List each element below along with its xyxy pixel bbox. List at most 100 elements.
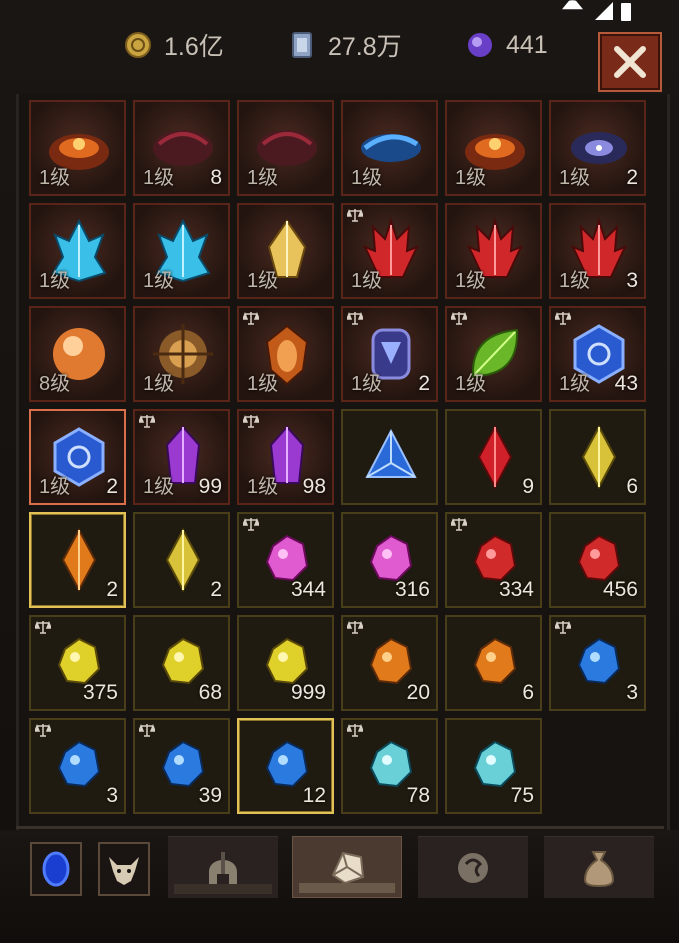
inventory-slot[interactable]: 1级 (445, 100, 542, 196)
orb-currency: 441 (466, 30, 548, 60)
inventory-slot[interactable]: 344 (237, 512, 334, 608)
tradeable-scale-icon (451, 517, 467, 531)
item-count: 2 (106, 578, 118, 601)
item-count: 12 (302, 784, 326, 807)
item-count: 8 (210, 166, 222, 189)
gem-tab[interactable] (292, 836, 402, 898)
item-count: 344 (290, 578, 326, 601)
inventory-slot[interactable]: 316 (341, 512, 438, 608)
item-level: 1级 (143, 167, 175, 189)
purple-orb-icon (466, 31, 494, 59)
item-count: 9 (522, 475, 534, 498)
inventory-slot[interactable]: 1级 (133, 203, 230, 299)
inventory-slot[interactable]: 6 (549, 409, 646, 505)
item-count: 99 (198, 475, 222, 498)
item-count: 334 (498, 578, 534, 601)
inventory-slot[interactable]: 75 (445, 718, 542, 814)
helmet-tab[interactable] (168, 836, 278, 898)
blue-stone-icon (577, 637, 621, 685)
item-count: 3 (626, 681, 638, 704)
item-level: 1级 (351, 167, 383, 189)
close-button[interactable] (598, 32, 662, 92)
inventory-slot[interactable]: 999 (237, 615, 334, 711)
item-count: 375 (82, 681, 118, 704)
inventory-slot[interactable]: 1级 (133, 306, 230, 402)
inventory-slot[interactable]: 68 (133, 615, 230, 711)
inventory-slot[interactable]: 2 (133, 512, 230, 608)
inventory-slot[interactable]: 375 (29, 615, 126, 711)
inventory-slot[interactable]: 12 (237, 718, 334, 814)
item-level: 1级 (39, 270, 71, 292)
tradeable-scale-icon (35, 620, 51, 634)
inventory-slot[interactable]: 1级 98 (237, 409, 334, 505)
tradeable-scale-icon (347, 620, 363, 634)
inventory-slot[interactable]: 1级 2 (549, 100, 646, 196)
inventory-slot[interactable]: 1级 (29, 203, 126, 299)
tradeable-scale-icon (139, 414, 155, 428)
item-level: 1级 (39, 167, 71, 189)
blue-gem-button[interactable] (30, 842, 82, 896)
inventory-slot[interactable]: 1级 8 (133, 100, 230, 196)
item-level: 1级 (455, 270, 487, 292)
rune-tab[interactable] (418, 836, 528, 898)
orange-marquise-icon (61, 527, 97, 593)
inventory-slot[interactable]: 3 (29, 718, 126, 814)
tradeable-scale-icon (35, 723, 51, 737)
inventory-slot[interactable]: 2 (29, 512, 126, 608)
inventory-slot[interactable]: 6 (445, 615, 542, 711)
platinum-currency: 27.8万 (288, 30, 402, 61)
item-count: 20 (406, 681, 430, 704)
inventory-slot[interactable]: 78 (341, 718, 438, 814)
inventory-slot[interactable]: 20 (341, 615, 438, 711)
item-level: 1级 (247, 270, 279, 292)
tradeable-scale-icon (243, 414, 259, 428)
beast-mask-button[interactable] (98, 842, 150, 896)
inventory-slot[interactable]: 1级 (237, 100, 334, 196)
beast-mask-icon (109, 857, 139, 885)
tradeable-scale-icon (243, 311, 259, 325)
tradeable-scale-icon (555, 311, 571, 325)
inventory-slot[interactable]: 456 (549, 512, 646, 608)
wifi-icon (562, 0, 583, 10)
gold-amount: 1.6亿 (164, 33, 224, 61)
item-level: 1级 (455, 373, 487, 395)
item-level: 8级 (39, 373, 71, 395)
tab-underline (174, 884, 272, 894)
inventory-slot[interactable]: 1级 3 (549, 203, 646, 299)
tradeable-scale-icon (347, 208, 363, 222)
gold-coin-icon (124, 31, 152, 59)
inventory-slot[interactable] (341, 409, 438, 505)
inventory-slot[interactable]: 1级 (237, 203, 334, 299)
inventory-slot[interactable]: 1级 (237, 306, 334, 402)
inventory-slot[interactable]: 1级 (445, 306, 542, 402)
item-level: 1级 (39, 476, 71, 498)
item-level: 1级 (351, 270, 383, 292)
bag-tab[interactable] (544, 836, 654, 898)
inventory-slot[interactable]: 1级 (341, 203, 438, 299)
blue-gem-icon (42, 851, 70, 887)
platinum-amount: 27.8万 (328, 33, 402, 61)
inventory-slot[interactable]: 1级 (445, 203, 542, 299)
inventory-slot[interactable]: 3 (549, 615, 646, 711)
inventory-slot[interactable]: 39 (133, 718, 230, 814)
item-level: 1级 (351, 373, 383, 395)
inventory-slot[interactable]: 1级 99 (133, 409, 230, 505)
item-count: 999 (290, 681, 326, 704)
item-count: 6 (522, 681, 534, 704)
item-level: 1级 (247, 167, 279, 189)
inventory-slot[interactable]: 1级 (341, 100, 438, 196)
inventory-slot[interactable]: 1级 2 (341, 306, 438, 402)
inventory-slot[interactable]: 1级 2 (29, 409, 126, 505)
inventory-slot[interactable]: 9 (445, 409, 542, 505)
tradeable-scale-icon (347, 723, 363, 737)
inventory-slot[interactable]: 334 (445, 512, 542, 608)
item-count: 456 (602, 578, 638, 601)
bag-icon (583, 850, 615, 887)
item-level: 1级 (247, 476, 279, 498)
tradeable-scale-icon (243, 517, 259, 531)
inventory-slot[interactable]: 1级 43 (549, 306, 646, 402)
inventory-slot[interactable]: 8级 (29, 306, 126, 402)
inventory-slot[interactable]: 1级 (29, 100, 126, 196)
helmet-icon (209, 851, 237, 886)
rune-icon (458, 852, 488, 883)
